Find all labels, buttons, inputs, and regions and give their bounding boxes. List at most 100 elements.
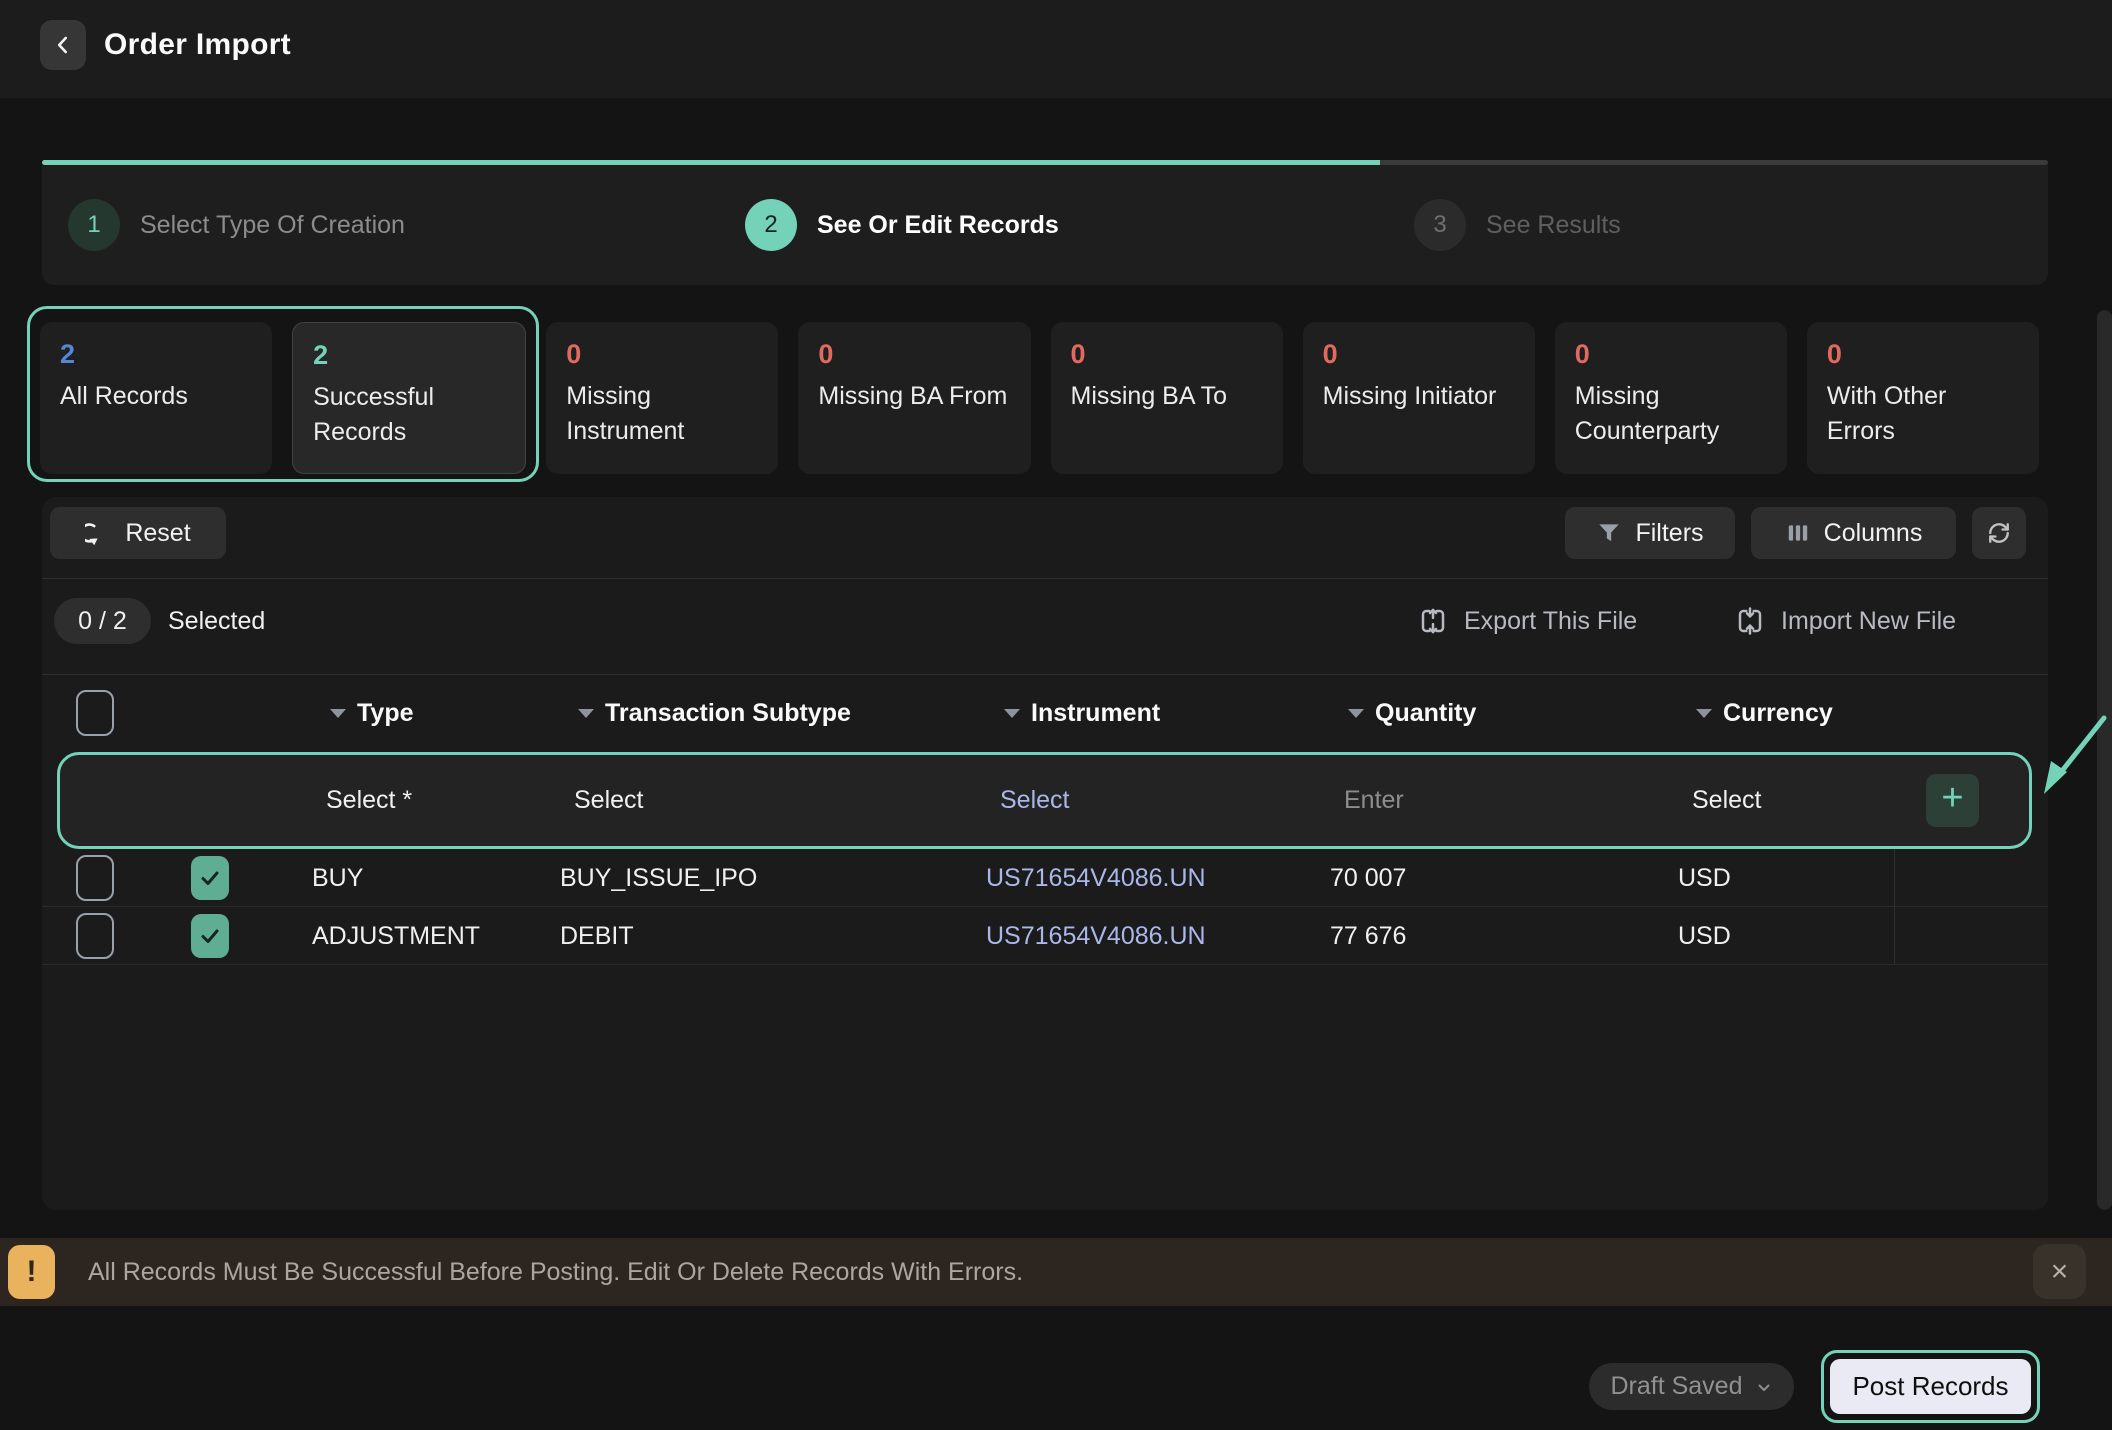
step-see-results[interactable]: 3 See Results [1414, 165, 1621, 285]
selection-count-badge: 0 / 2 [54, 598, 151, 644]
import-file-icon [1735, 606, 1765, 636]
cell-instrument-link[interactable]: US71654V4086.UN [986, 922, 1330, 951]
divider [42, 674, 2048, 675]
entry-type-select[interactable]: Select * [312, 786, 560, 815]
card-label: Missing BA From [818, 379, 1010, 414]
card-missing-ba-to[interactable]: 0 Missing BA To [1051, 322, 1283, 474]
column-header-instrument[interactable]: Instrument [986, 699, 1330, 728]
cell-quantity: 70 007 [1330, 864, 1678, 893]
row-success-checkbox[interactable] [191, 914, 229, 958]
cell-currency: USD [1678, 849, 1895, 907]
step-3-circle: 3 [1414, 199, 1466, 251]
reset-button[interactable]: Reset [50, 507, 226, 559]
card-label: Missing Instrument [566, 379, 758, 449]
select-all-checkbox[interactable] [76, 690, 114, 736]
add-record-button[interactable]: + [1926, 774, 1979, 827]
table-row: ADJUSTMENT DEBIT US71654V4086.UN 77 676 … [42, 907, 2048, 965]
divider [42, 578, 2048, 579]
table-header-row: Type Transaction Subtype Instrument Quan… [42, 676, 2048, 750]
step-2-label: See Or Edit Records [817, 211, 1059, 240]
column-header-transaction-subtype[interactable]: Transaction Subtype [560, 699, 986, 728]
card-count: 0 [1323, 339, 1515, 370]
card-count: 2 [60, 339, 252, 370]
card-count: 0 [566, 339, 758, 370]
step-1-label: Select Type Of Creation [140, 211, 405, 240]
card-label: Missing Counterparty [1575, 379, 1767, 449]
row-checkbox[interactable] [76, 913, 114, 959]
draft-saved-label: Draft Saved [1610, 1372, 1742, 1401]
close-icon[interactable]: × [2033, 1244, 2086, 1299]
step-1-circle: 1 [68, 199, 120, 251]
export-this-file-label: Export This File [1464, 607, 1637, 636]
card-missing-instrument[interactable]: 0 Missing Instrument [546, 322, 778, 474]
columns-label: Columns [1824, 519, 1923, 548]
step-3-label: See Results [1486, 211, 1621, 240]
check-icon [198, 866, 222, 890]
cell-quantity: 77 676 [1330, 922, 1678, 951]
entry-currency-select[interactable]: Select [1678, 786, 1895, 815]
chevron-down-icon [1755, 1378, 1773, 1396]
entry-subtype-select[interactable]: Select [560, 786, 986, 815]
card-label: Missing BA To [1071, 379, 1263, 414]
record-summary-cards: 2 All Records 2 Successful Records 0 Mis… [40, 322, 2039, 474]
selection-count-label: Selected [168, 598, 265, 644]
columns-button[interactable]: Columns [1751, 507, 1956, 559]
filters-label: Filters [1635, 519, 1703, 548]
refresh-button[interactable] [1972, 507, 2026, 559]
card-all-records[interactable]: 2 All Records [40, 322, 272, 474]
card-count: 0 [1575, 339, 1767, 370]
table-row: BUY BUY_ISSUE_IPO US71654V4086.UN 70 007… [42, 849, 2048, 907]
card-label: All Records [60, 379, 252, 414]
card-label: Successful Records [313, 380, 505, 450]
column-header-quantity[interactable]: Quantity [1330, 699, 1678, 728]
import-new-file-button[interactable]: Import New File [1735, 596, 1956, 646]
warning-message: All Records Must Be Successful Before Po… [88, 1238, 1023, 1306]
entry-quantity-input[interactable]: Enter [1330, 786, 1678, 815]
export-this-file-button[interactable]: Export This File [1418, 596, 1637, 646]
row-checkbox[interactable] [76, 855, 114, 901]
draft-saved-button[interactable]: Draft Saved [1589, 1363, 1794, 1410]
page-title: Order Import [104, 28, 291, 62]
vertical-scrollbar[interactable] [2097, 310, 2112, 1210]
card-missing-initiator[interactable]: 0 Missing Initiator [1303, 322, 1535, 474]
column-header-currency[interactable]: Currency [1678, 699, 1895, 728]
funnel-icon [1596, 520, 1622, 546]
step-2-circle: 2 [745, 199, 797, 251]
column-header-type[interactable]: Type [312, 699, 560, 728]
filters-button[interactable]: Filters [1565, 507, 1735, 559]
chevron-down-icon [578, 709, 594, 718]
entry-instrument-select[interactable]: Select [986, 786, 1330, 815]
step-select-type-of-creation[interactable]: 1 Select Type Of Creation [68, 165, 405, 285]
columns-icon [1785, 520, 1811, 546]
card-label: Missing Initiator [1323, 379, 1515, 414]
back-button[interactable] [40, 20, 86, 70]
reset-label: Reset [125, 519, 190, 548]
card-missing-ba-from[interactable]: 0 Missing BA From [798, 322, 1030, 474]
card-with-other-errors[interactable]: 0 With Other Errors [1807, 322, 2039, 474]
check-icon [198, 924, 222, 948]
card-label: With Other Errors [1827, 379, 2019, 449]
warning-banner: ! All Records Must Be Successful Before … [0, 1238, 2112, 1306]
cell-type: BUY [312, 864, 560, 893]
rotate-ccw-icon [85, 520, 112, 547]
chevron-left-icon [50, 32, 76, 58]
export-file-icon [1418, 606, 1448, 636]
records-panel: Reset Filters Columns 0 / 2 Sel [42, 497, 2048, 1210]
card-count: 0 [1071, 339, 1263, 370]
card-count: 0 [1827, 339, 2019, 370]
cell-subtype: DEBIT [560, 922, 986, 951]
card-missing-counterparty[interactable]: 0 Missing Counterparty [1555, 322, 1787, 474]
card-count: 2 [313, 340, 505, 371]
post-records-button[interactable]: Post Records [1830, 1359, 2031, 1414]
chevron-down-icon [1348, 709, 1364, 718]
cell-type: ADJUSTMENT [312, 922, 560, 951]
import-new-file-label: Import New File [1781, 607, 1956, 636]
chevron-down-icon [1696, 709, 1712, 718]
cell-instrument-link[interactable]: US71654V4086.UN [986, 864, 1330, 893]
header-select-cell [42, 676, 312, 750]
stepper: 1 Select Type Of Creation 2 See Or Edit … [42, 165, 2048, 285]
chevron-down-icon [330, 709, 346, 718]
card-successful-records[interactable]: 2 Successful Records [292, 322, 526, 474]
step-see-or-edit-records[interactable]: 2 See Or Edit Records [745, 165, 1059, 285]
row-success-checkbox[interactable] [191, 856, 229, 900]
